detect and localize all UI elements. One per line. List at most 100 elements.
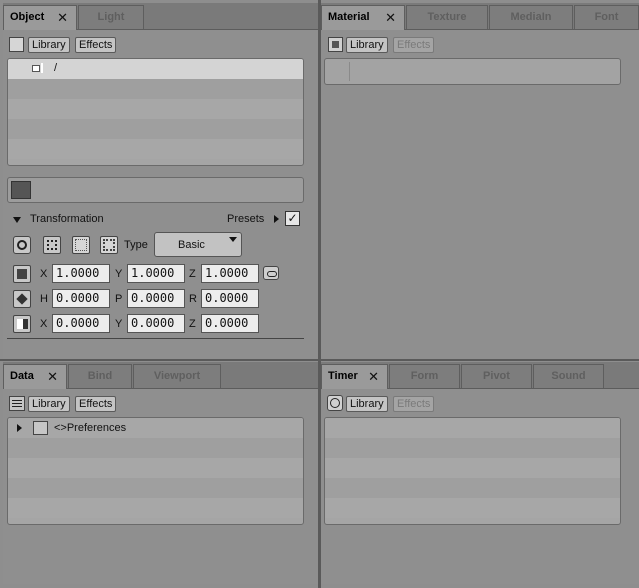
library-button[interactable]: Library xyxy=(346,37,388,53)
close-icon[interactable]: ✕ xyxy=(57,6,68,29)
tab-timer[interactable]: Timer ✕ xyxy=(321,364,388,389)
tree-item-label: <>Preferences xyxy=(54,422,127,434)
checkbox-icon[interactable] xyxy=(9,37,24,52)
tab-font[interactable]: Font xyxy=(574,5,639,29)
timer-list[interactable] xyxy=(324,417,621,525)
tab-sound-label: Sound xyxy=(551,370,586,382)
type-dropdown[interactable]: Basic xyxy=(154,232,242,257)
chevron-down-icon xyxy=(229,237,237,242)
tab-data-label: Data xyxy=(10,370,34,382)
tab-form-label: Form xyxy=(410,370,439,382)
object-name-bar[interactable] xyxy=(7,177,304,203)
dots-mode-icon[interactable] xyxy=(100,236,118,254)
close-icon[interactable]: ✕ xyxy=(47,365,58,388)
tab-object[interactable]: Object ✕ xyxy=(3,5,77,30)
pivot-mode-icon[interactable] xyxy=(13,236,31,254)
material-panel: Material ✕ Texture MediaIn Font Library … xyxy=(321,3,639,359)
position-y-field[interactable]: 0.0000 xyxy=(127,314,185,333)
preferences-icon xyxy=(33,421,48,435)
rotation-r-field[interactable]: 0.0000 xyxy=(201,289,259,308)
presets-label[interactable]: Presets xyxy=(227,213,264,225)
library-button[interactable]: Library xyxy=(346,396,388,412)
horizontal-splitter[interactable] xyxy=(0,359,639,361)
bounds-mode-icon[interactable] xyxy=(43,236,61,254)
scale-y-label: Y xyxy=(115,268,123,280)
tab-light[interactable]: Light xyxy=(78,5,144,29)
hierarchy-icon xyxy=(32,65,40,72)
close-icon[interactable]: ✕ xyxy=(385,6,396,29)
object-tree[interactable]: / xyxy=(7,58,304,166)
tab-texture[interactable]: Texture xyxy=(406,5,488,29)
scale-z-field[interactable]: 1.0000 xyxy=(201,264,259,283)
effects-button[interactable]: Effects xyxy=(75,396,117,412)
effects-button: Effects xyxy=(393,37,435,53)
tab-sound[interactable]: Sound xyxy=(533,364,604,388)
library-button[interactable]: Library xyxy=(28,37,70,53)
material-list[interactable] xyxy=(324,58,621,85)
tab-material[interactable]: Material ✕ xyxy=(321,5,405,30)
list-column-divider xyxy=(349,62,350,81)
position-y-label: Y xyxy=(115,318,123,330)
scale-x-field[interactable]: 1.0000 xyxy=(52,264,110,283)
tab-light-label: Light xyxy=(97,11,125,23)
tab-pivot[interactable]: Pivot xyxy=(461,364,532,388)
tab-viewport[interactable]: Viewport xyxy=(133,364,221,388)
timer-tabbar: Timer ✕ Form Pivot Sound xyxy=(321,362,639,389)
type-label: Type xyxy=(124,239,148,251)
section-divider xyxy=(7,338,304,339)
effects-button[interactable]: Effects xyxy=(75,37,117,53)
scale-x-label: X xyxy=(40,268,48,280)
position-x-label: X xyxy=(40,318,48,330)
scale-y-field[interactable]: 1.0000 xyxy=(127,264,185,283)
effects-button: Effects xyxy=(393,396,435,412)
position-z-label: Z xyxy=(189,318,196,330)
tree-row-root[interactable]: / xyxy=(8,59,303,79)
scale-icon[interactable] xyxy=(13,265,31,283)
rotation-p-field[interactable]: 0.0000 xyxy=(127,289,185,308)
material-tabbar: Material ✕ Texture MediaIn Font xyxy=(321,3,639,30)
rotation-p-label: P xyxy=(115,293,123,305)
grid-mode-icon[interactable] xyxy=(72,236,90,254)
rotation-r-label: R xyxy=(189,293,197,305)
tab-font-label: Font xyxy=(594,11,619,23)
library-button[interactable]: Library xyxy=(28,396,70,412)
tab-mediain[interactable]: MediaIn xyxy=(489,5,573,29)
tab-data[interactable]: Data ✕ xyxy=(3,364,67,389)
data-tree[interactable]: <>Preferences xyxy=(7,417,304,525)
presets-checkbox[interactable]: ✓ xyxy=(285,211,300,226)
presets-arrow-icon[interactable] xyxy=(274,215,279,223)
link-icon[interactable] xyxy=(263,266,279,280)
data-list-icon[interactable] xyxy=(9,396,25,411)
position-z-field[interactable]: 0.0000 xyxy=(201,314,259,333)
tab-timer-label: Timer xyxy=(328,370,358,382)
tab-viewport-label: Viewport xyxy=(153,370,201,382)
data-panel: Data ✕ Bind Viewport Library Effects <>P… xyxy=(3,362,318,584)
object-panel: Object ✕ Light Library Effects / Transfo… xyxy=(3,3,318,359)
tree-root-label: / xyxy=(54,62,58,74)
tree-row-preferences[interactable]: <>Preferences xyxy=(8,418,303,438)
tab-form[interactable]: Form xyxy=(389,364,460,388)
tab-bind-label: Bind xyxy=(87,370,113,382)
tab-material-label: Material xyxy=(328,11,370,23)
timer-panel: Timer ✕ Form Pivot Sound Library Effects xyxy=(321,362,639,584)
rotation-icon[interactable] xyxy=(13,290,31,308)
expand-triangle-icon[interactable] xyxy=(17,424,22,432)
tab-pivot-label: Pivot xyxy=(483,370,510,382)
rotation-h-label: H xyxy=(40,293,48,305)
tab-object-label: Object xyxy=(10,11,45,23)
position-x-field[interactable]: 0.0000 xyxy=(52,314,110,333)
object-tabbar: Object ✕ Light xyxy=(3,3,318,30)
folder-icon[interactable] xyxy=(11,181,31,199)
material-icon[interactable] xyxy=(328,37,343,52)
type-dropdown-value: Basic xyxy=(178,239,205,251)
close-icon[interactable]: ✕ xyxy=(368,365,379,388)
position-icon[interactable] xyxy=(13,315,31,333)
tab-mediain-label: MediaIn xyxy=(510,11,552,23)
rotation-h-field[interactable]: 0.0000 xyxy=(52,289,110,308)
tab-texture-label: Texture xyxy=(427,11,467,23)
tab-bind[interactable]: Bind xyxy=(68,364,132,388)
collapse-triangle-icon[interactable] xyxy=(13,217,21,223)
transformation-title: Transformation xyxy=(30,213,104,225)
hierarchy-icon-branch xyxy=(41,63,50,73)
timer-icon[interactable] xyxy=(327,395,343,411)
